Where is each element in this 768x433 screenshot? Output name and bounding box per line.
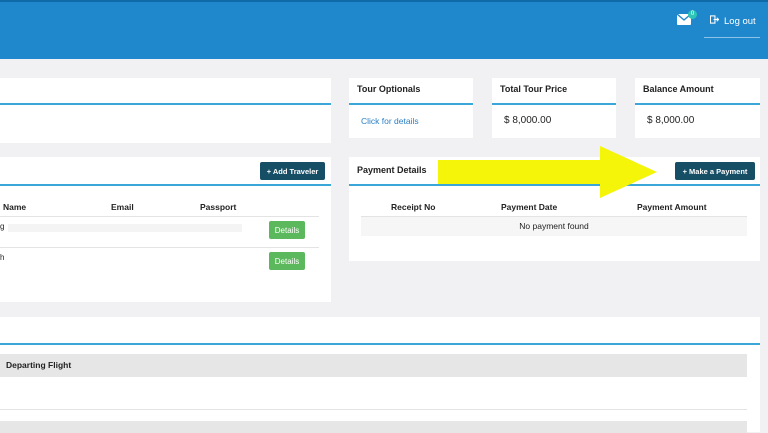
card-rule — [349, 103, 473, 105]
make-payment-button[interactable]: + Make a Payment — [675, 162, 755, 180]
departing-flight-bar: Departing Flight — [0, 354, 747, 377]
traveler-row-2: h Details — [0, 248, 319, 278]
traveler-name: h — [0, 253, 5, 262]
col-payment-date: Payment Date — [501, 202, 558, 212]
payment-details-title: Payment Details — [357, 165, 427, 175]
flights-card: Departing Flight — [0, 317, 760, 433]
total-price-card: Total Tour Price $ 8,000.00 — [492, 78, 616, 138]
total-price-value: $ 8,000.00 — [504, 115, 552, 126]
balance-title: Balance Amount — [643, 84, 714, 94]
col-email: Email — [111, 202, 134, 212]
notification-badge: 0 — [688, 10, 697, 19]
logout-icon — [709, 15, 720, 27]
logout-underline — [704, 37, 760, 38]
logout-button[interactable]: Log out — [709, 15, 756, 27]
details-button[interactable]: Details — [269, 252, 305, 270]
col-receipt-no: Receipt No — [391, 202, 436, 212]
add-traveler-button[interactable]: + Add Traveler — [260, 162, 325, 180]
tour-optionals-title: Tour Optionals — [357, 84, 421, 94]
col-name: Name — [3, 202, 27, 212]
empty-row: No payment found — [361, 217, 747, 236]
card-rule — [0, 343, 760, 345]
empty-message: No payment found — [519, 221, 589, 231]
card-rule — [349, 184, 760, 186]
top-navbar: 0 Log out — [0, 0, 768, 59]
top-rule — [0, 0, 768, 2]
card-rule — [0, 184, 331, 186]
card-rule — [0, 103, 331, 105]
travelers-card: + Add Traveler Name Email Passport g Det… — [0, 157, 331, 302]
tour-optionals-card: Tour Optionals Click for details — [349, 78, 473, 138]
traveler-name: g — [0, 222, 5, 231]
card-rule — [492, 103, 616, 105]
tour-optionals-link[interactable]: Click for details — [361, 116, 419, 126]
section-divider — [0, 409, 747, 410]
balance-card: Balance Amount $ 8,000.00 — [635, 78, 760, 138]
return-flight-bar — [0, 421, 747, 433]
booking-info-card — [0, 78, 331, 143]
col-passport: Passport — [200, 202, 237, 212]
col-payment-amount: Payment Amount — [637, 202, 707, 212]
card-rule — [635, 103, 760, 105]
total-price-title: Total Tour Price — [500, 84, 568, 94]
details-button[interactable]: Details — [269, 221, 305, 239]
traveler-row-1: g Details — [0, 217, 319, 247]
departing-flight-label: Departing Flight — [6, 360, 72, 370]
payment-details-card: Payment Details + Make a Payment Receipt… — [349, 157, 760, 261]
logout-label: Log out — [724, 15, 756, 27]
traveler-input-bar — [8, 224, 242, 232]
balance-value: $ 8,000.00 — [647, 115, 695, 126]
